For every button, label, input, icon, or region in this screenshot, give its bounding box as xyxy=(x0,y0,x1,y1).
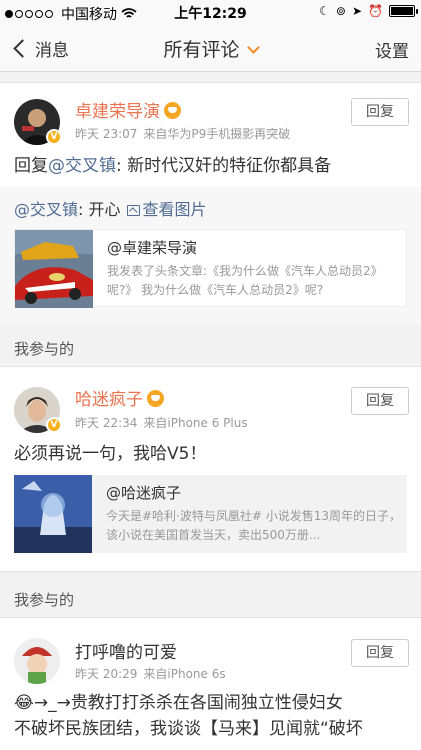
shared-article[interactable]: @卓建荣导演 我发表了头条文章:《我为什么做《汽车人总动员2》呢?》 我为什么做… xyxy=(14,229,407,308)
comment-meta: 昨天 22:34 来自iPhone 6 Plus xyxy=(75,414,248,431)
section-label: 我参与的 xyxy=(0,333,421,365)
comment-source: 来自iPhone 6s xyxy=(143,667,226,681)
article-thumbnail xyxy=(14,475,92,553)
comment-meta: 昨天 23:07 来自华为P9手机摄影再突破 xyxy=(75,125,290,142)
view-image-link[interactable]: 查看图片 xyxy=(143,200,207,219)
article-title: @哈迷疯子 xyxy=(106,484,182,502)
article-desc: 今天是#哈利·波特与凤凰社# 小说发售13周年的日子，该小说在美国首发当天，卖出… xyxy=(106,509,402,542)
verified-icon: V xyxy=(46,417,62,433)
article-thumbnail xyxy=(15,230,93,308)
comment-source: 来自iPhone 6 Plus xyxy=(143,416,248,430)
reply-button[interactable]: 回复 xyxy=(351,387,409,415)
comment-time: 昨天 23:07 xyxy=(75,127,138,141)
settings-button[interactable]: 设置 xyxy=(375,37,409,62)
vip-crown-icon xyxy=(147,389,164,407)
nav-bar: 消息 所有评论 设置 xyxy=(0,24,421,72)
location-icon: ➤ xyxy=(351,4,363,18)
battery-icon xyxy=(389,5,418,17)
comment-content: 😂→_→贵教打打杀杀在各国闹独立性侵妇女 不破坏民族团结，我谈谈【马来】见闻就“… xyxy=(14,693,363,739)
username[interactable]: 卓建荣导演 xyxy=(75,97,181,122)
mention-link[interactable]: @交叉镇 xyxy=(14,200,78,219)
moon-icon: ☾ xyxy=(319,4,330,18)
page-title[interactable]: 所有评论 xyxy=(0,35,421,62)
vip-crown-icon xyxy=(164,101,181,119)
comment-card: V 卓建荣导演 昨天 23:07 来自华为P9手机摄影再突破 回复 回复@交叉镇:… xyxy=(0,82,421,323)
alarm-icon: ⏰ xyxy=(368,4,383,18)
comment-card: V 哈迷疯子 昨天 22:34 来自iPhone 6 Plus 回复 必须再说一句… xyxy=(0,366,421,572)
rotation-lock-icon: ⊚ xyxy=(335,4,346,18)
status-bar: 中国移动 上午12:29 ☾ ⊚ ➤ ⏰ xyxy=(0,0,421,24)
original-post[interactable]: @交叉镇: 开心 查看图片 @卓建荣导演 我发表了头条文章:《我为什么做《汽车人总… xyxy=(0,187,421,323)
comment-source: 来自华为P9手机摄影再突破 xyxy=(143,127,291,141)
chevron-down-icon xyxy=(246,41,260,54)
comment-meta: 昨天 20:29 来自iPhone 6s xyxy=(75,665,226,682)
section-label: 我参与的 xyxy=(0,584,421,616)
page-title-text: 所有评论 xyxy=(163,39,240,61)
article-title: @卓建荣导演 xyxy=(107,239,198,257)
verified-icon: V xyxy=(46,129,62,145)
comment-time: 昨天 20:29 xyxy=(75,667,138,681)
article-desc: 我发表了头条文章:《我为什么做《汽车人总动员2》呢?》 我为什么做《汽车人总动员… xyxy=(107,264,383,297)
reply-button[interactable]: 回复 xyxy=(351,98,409,126)
image-icon xyxy=(126,205,140,216)
comment-card: 打呼噜的可爱 昨天 20:29 来自iPhone 6s 回复 😂→_→贵教打打杀杀… xyxy=(0,617,421,750)
original-text: @交叉镇: 开心 查看图片 xyxy=(14,200,207,219)
shared-article[interactable]: @哈迷疯子 今天是#哈利·波特与凤凰社# 小说发售13周年的日子，该小说在美国首… xyxy=(14,475,407,553)
laugh-emoji-icon: 😂 xyxy=(14,693,34,713)
username[interactable]: 打呼噜的可爱 xyxy=(75,638,177,663)
mention-link[interactable]: @交叉镇 xyxy=(48,156,116,176)
avatar[interactable] xyxy=(14,638,60,684)
comment-content: 回复@交叉镇: 新时代汉奸的特征你都具备 xyxy=(14,156,332,176)
comment-time: 昨天 22:34 xyxy=(75,416,138,430)
username[interactable]: 哈迷疯子 xyxy=(75,385,164,410)
reply-button[interactable]: 回复 xyxy=(351,639,409,667)
comment-content: 必须再说一句，我哈V5！ xyxy=(14,444,207,464)
